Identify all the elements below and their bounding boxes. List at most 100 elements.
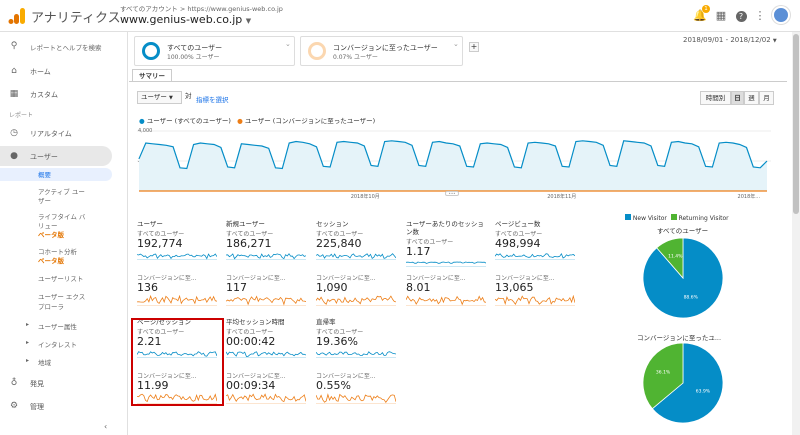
more-vert-icon[interactable]: ⋮ [753, 9, 767, 23]
sparkline [316, 253, 396, 260]
sidebar-item-realtime[interactable]: ◷ リアルタイム [0, 125, 128, 141]
sparkline-all-users [316, 351, 396, 358]
collapse-sidebar-icon[interactable]: ‹ [104, 422, 107, 431]
tab-divider [129, 81, 787, 82]
account-breadcrumb[interactable]: すべてのアカウント > https://www.genius-web.co.jp [120, 3, 283, 13]
sidebar: ⚲ レポートとヘルプを検索 ⌂ ホーム ▦ カスタム レポート ◷ リアルタイム… [0, 32, 128, 435]
metric-select[interactable]: ユーザー ▼ [137, 91, 182, 104]
legend-new-visitor: New Visitor [632, 215, 667, 222]
chart-resize-handle[interactable]: ••• [445, 191, 459, 196]
chevron-down-icon: ▼ [245, 17, 252, 25]
sidebar-item-home[interactable]: ⌂ ホーム [0, 63, 128, 79]
apps-grid-icon[interactable]: ▦ [714, 9, 728, 23]
section-heading: レポート [9, 112, 34, 119]
sidebar-item-discover[interactable]: ♁ 発見 [0, 375, 128, 391]
pie-chart-all-users[interactable]: 88.6% 11.4% [641, 236, 725, 320]
sidebar-search[interactable]: ⚲ レポートとヘルプを検索 [0, 38, 128, 54]
sidebar-sub-lifetime-2: リュー [38, 222, 58, 230]
dashboard-icon: ▦ [9, 89, 19, 99]
metric-card[interactable]: セッション すべてのユーザー 225,840 コンバージョンに至... 1,090 [316, 220, 400, 312]
lightbulb-icon: ♁ [10, 378, 18, 388]
metric-card[interactable]: 直帰率 すべてのユーザー 19.36% コンバージョンに至... 0.55% [316, 318, 400, 410]
date-range-picker[interactable]: 2018/09/01 - 2018/12/02 ▼ [683, 36, 777, 44]
sparkline [226, 253, 306, 260]
sparkline [495, 252, 575, 259]
metric-value-converted: 117 [226, 281, 247, 294]
pie-label-new: 63.9% [696, 388, 711, 394]
sidebar-item-interests[interactable]: ▸ インタレスト [0, 339, 128, 351]
sidebar-item-admin[interactable]: ⚙ 管理 [0, 398, 128, 414]
select-metric-link[interactable]: 指標を選択 [196, 94, 229, 104]
sidebar-sub-cohort[interactable]: コホート分析 [38, 248, 77, 257]
scrollbar-thumb[interactable] [793, 34, 799, 214]
metric-value-all: 192,774 [137, 237, 183, 250]
time-month-button[interactable]: 月 [759, 91, 774, 105]
sidebar-item-demographics[interactable]: ▸ ユーザー属性 [0, 321, 128, 333]
metric-name: ユーザーあたりのセッション数 [406, 220, 484, 236]
help-icon[interactable]: ? [734, 9, 748, 23]
property-selector[interactable]: www.genius-web.co.jp ▼ [120, 13, 251, 26]
segment-converted-users[interactable]: コンバージョンに至ったユーザー 0.07% ユーザー ⌄ [300, 36, 463, 66]
metric-value-converted: 8.01 [406, 281, 431, 294]
sidebar-item-label: ユーザー属性 [38, 323, 77, 331]
chevron-down-icon: ▼ [772, 38, 777, 44]
app-name: アナリティクス [31, 11, 121, 26]
sparkline [226, 351, 306, 357]
x-tick-label: 2018年... [738, 193, 761, 199]
sidebar-sub-user-lists[interactable]: ユーザーリスト [38, 275, 83, 284]
analytics-logo-icon[interactable] [8, 7, 26, 25]
legend-swatch-icon [625, 214, 631, 220]
avatar[interactable] [772, 6, 790, 24]
scrollbar[interactable] [792, 32, 800, 435]
legend-series-2: ユーザー (コンバージョンに至ったユーザー) [244, 117, 376, 125]
metric-name: 平均セッション時間 [226, 318, 285, 326]
time-day-button[interactable]: 日 [731, 91, 744, 105]
series-1-area [139, 140, 767, 191]
search-input[interactable]: レポートとヘルプを検索 [30, 42, 102, 52]
segment-menu-icon[interactable]: ⌄ [285, 40, 291, 48]
metric-select-value: ユーザー [141, 93, 167, 101]
time-week-button[interactable]: 週 [744, 91, 759, 105]
sidebar-item-overview-active[interactable] [0, 168, 112, 181]
sidebar-item-label: ホーム [30, 68, 51, 76]
sidebar-item-label: 管理 [30, 403, 44, 411]
legend-swatch-icon [670, 214, 677, 220]
sidebar-item-users[interactable]: ● ユーザー [0, 146, 112, 166]
sidebar-item-label: インタレスト [38, 341, 77, 349]
person-icon: ● [10, 151, 18, 161]
metric-card[interactable]: 新規ユーザー すべてのユーザー 186,271 コンバージョンに至... 117 [226, 220, 310, 312]
sidebar-item-custom[interactable]: ▦ カスタム [0, 86, 128, 102]
sparkline [316, 351, 396, 357]
segment-ring-icon [142, 42, 160, 60]
sparkline-converted [316, 393, 396, 404]
pie-label-new: 88.6% [684, 295, 699, 301]
sparkline [137, 295, 217, 305]
metric-card[interactable]: ユーザー すべてのユーザー 192,774 コンバージョンに至... 136 [137, 220, 221, 312]
sidebar-item-label: リアルタイム [30, 130, 72, 138]
sidebar-sub-lifetime[interactable]: ライフタイム バ [38, 213, 85, 222]
sidebar-sub-overview[interactable]: 概要 [38, 171, 51, 180]
sparkline-all-users [316, 253, 396, 260]
sparkline [226, 295, 306, 306]
metric-card[interactable]: ページビュー数 すべてのユーザー 498,994 コンバージョンに至... 13,065 [495, 220, 579, 312]
metric-value-all: 498,994 [495, 237, 541, 250]
pie-legend: New Visitor Returning Visitor [625, 214, 729, 222]
segment-sub: 0.07% ユーザー [333, 54, 378, 61]
legend-dot-icon: ● [139, 117, 145, 125]
x-tick-label: 2018年11月 [547, 193, 576, 199]
sparkline-all-users [137, 253, 217, 260]
metric-card[interactable]: 平均セッション時間 すべてのユーザー 00:00:42 コンバージョンに至... 00:… [226, 318, 310, 410]
sparkline-converted [226, 393, 306, 404]
users-line-chart[interactable]: 4,0002,0002018年10月2018年11月2018年... [137, 127, 771, 199]
sidebar-sub-active-users[interactable]: アクティブ ユー [38, 188, 85, 197]
add-segment-button[interactable]: + [469, 42, 479, 52]
time-hourly-button[interactable]: 時間別 [700, 91, 731, 105]
segment-menu-icon[interactable]: ⌄ [453, 40, 459, 48]
top-bar: アナリティクス すべてのアカウント > https://www.genius-w… [0, 0, 800, 32]
sidebar-item-label: カスタム [30, 91, 58, 99]
metric-card[interactable]: ユーザーあたりのセッション数 すべてのユーザー 1.17 コンバージョンに至... 8.… [406, 220, 490, 312]
sidebar-item-geo[interactable]: ▸ 地域 [0, 357, 128, 369]
pie-chart-converted-users[interactable]: 63.9% 36.1% [641, 341, 725, 425]
segment-all-users[interactable]: すべてのユーザー 100.00% ユーザー ⌄ [134, 36, 295, 66]
sidebar-sub-user-explorer[interactable]: ユーザー エクス [38, 293, 85, 302]
